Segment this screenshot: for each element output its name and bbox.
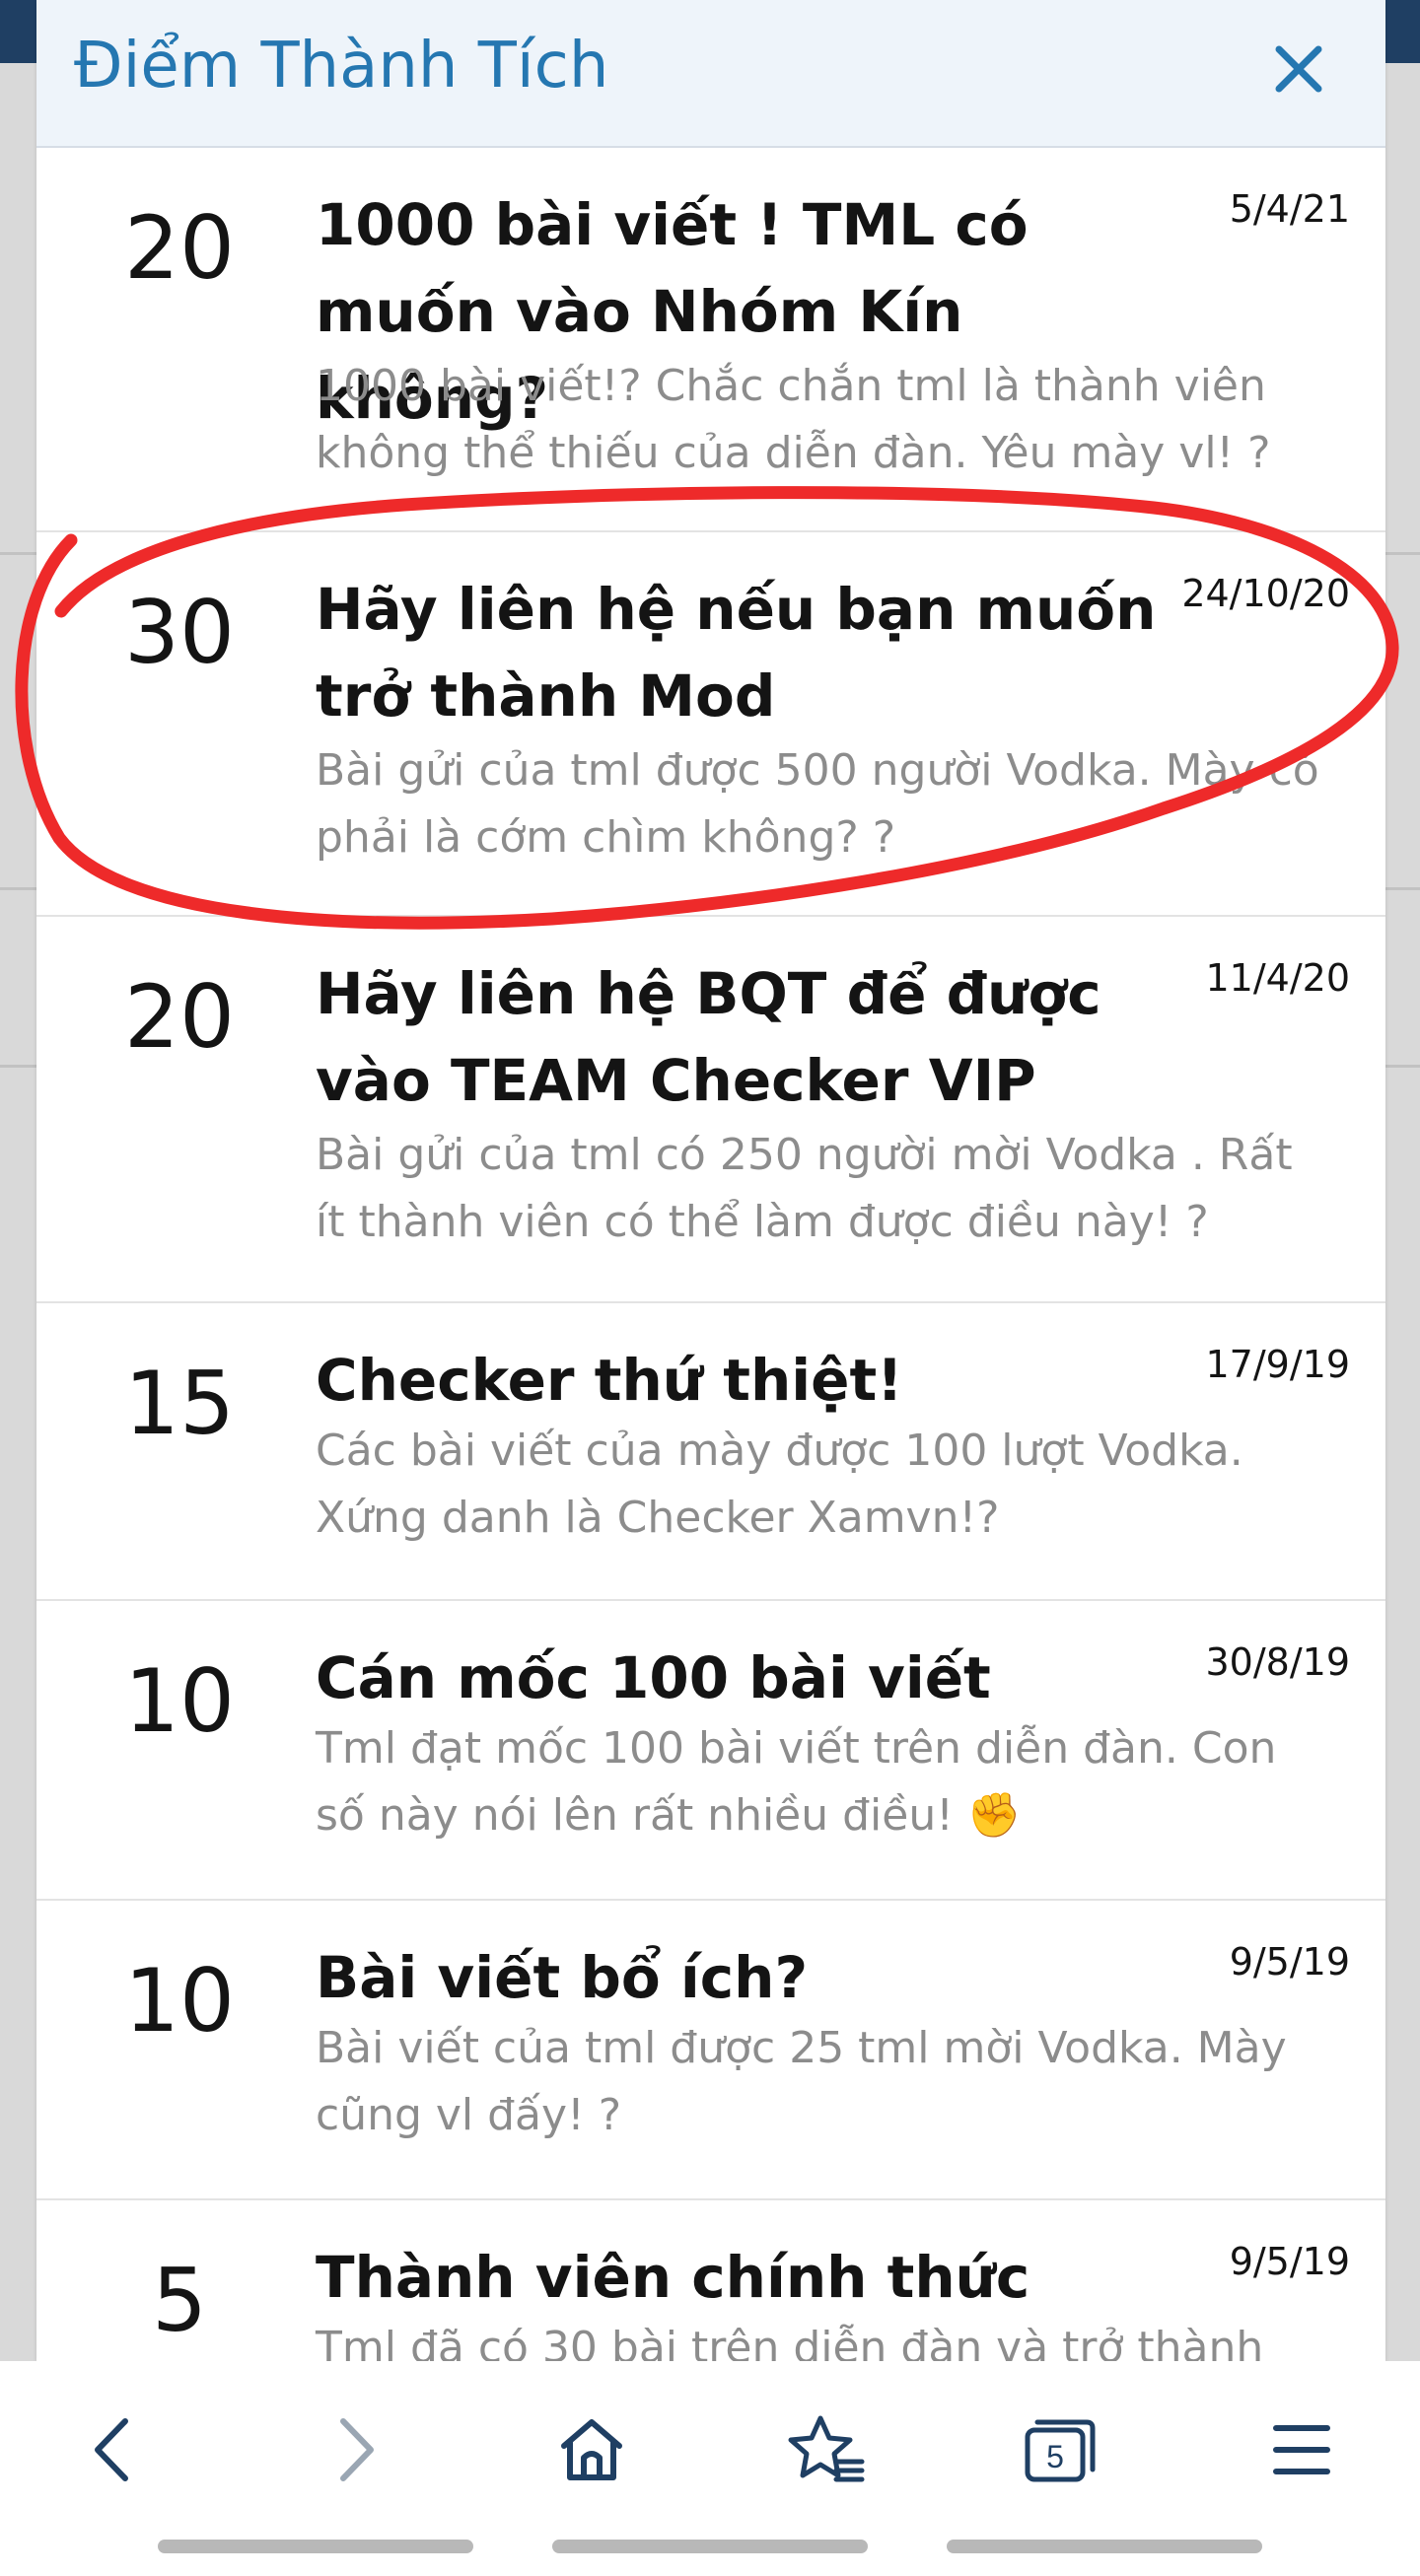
achievement-points: 20 — [124, 197, 235, 299]
achievement-title: Cán mốc 100 bài viết — [316, 1644, 991, 1711]
close-button[interactable] — [1263, 34, 1334, 104]
back-icon — [95, 2418, 128, 2481]
menu-button[interactable] — [1242, 2391, 1361, 2509]
tabs-count: 5 — [1046, 2439, 1064, 2474]
bookmarks-icon — [788, 2415, 865, 2482]
achievement-date: 9/5/19 — [1229, 1940, 1350, 1984]
achievement-points: 20 — [124, 966, 235, 1068]
achievements-modal: Điểm Thành Tích 20 1000 bài viết ! TML c… — [36, 0, 1385, 2361]
achievement-date: 30/8/19 — [1205, 1640, 1351, 1684]
tabs-button[interactable]: 5 — [1000, 2391, 1118, 2509]
achievement-title: Thành viên chính thức — [316, 2244, 1030, 2311]
browser-toolbar: 5 — [0, 2361, 1420, 2576]
tabs-icon: 5 — [1025, 2419, 1096, 2482]
modal-title: Điểm Thành Tích — [74, 30, 609, 103]
achievement-points: 10 — [124, 1950, 235, 2052]
achievement-date: 24/10/20 — [1181, 572, 1350, 615]
achievement-item[interactable]: 20 Hãy liên hệ BQT để được vào TEAM Chec… — [36, 917, 1385, 1303]
forward-button[interactable] — [296, 2391, 414, 2509]
achievement-title: Bài viết bổ ích? — [316, 1944, 809, 2011]
achievement-points: 10 — [124, 1650, 235, 1752]
bookmarks-button[interactable] — [767, 2391, 886, 2509]
achievement-date: 9/5/19 — [1229, 2240, 1350, 2283]
achievement-description: Bài gửi của tml có 250 người mời Vodka .… — [316, 1130, 1293, 1247]
achievement-description: Các bài viết của mày được 100 lượt Vodka… — [316, 1426, 1243, 1543]
achievement-item[interactable]: 5 Thành viên chính thức 9/5/19 Tml đã có… — [36, 2200, 1385, 2361]
achievement-date: 17/9/19 — [1205, 1343, 1351, 1386]
home-icon — [561, 2419, 622, 2480]
nav-pill — [947, 2540, 1262, 2553]
achievement-item[interactable]: 20 1000 bài viết ! TML có muốn vào Nhóm … — [36, 148, 1385, 532]
achievement-item[interactable]: 30 Hãy liên hệ nếu bạn muốn trở thành Mo… — [36, 532, 1385, 917]
menu-icon — [1273, 2425, 1330, 2474]
close-icon — [1275, 45, 1322, 93]
achievement-item[interactable]: 10 Cán mốc 100 bài viết 30/8/19 Tml đạt … — [36, 1601, 1385, 1901]
nav-pill — [158, 2540, 473, 2553]
achievement-description: Bài gửi của tml được 500 người Vodka. Mà… — [316, 745, 1319, 863]
achievement-description: 1000 bài viết!? Chắc chắn tml là thành v… — [316, 361, 1271, 478]
home-button[interactable] — [532, 2391, 651, 2509]
achievement-points: 30 — [124, 582, 235, 683]
modal-header: Điểm Thành Tích — [36, 0, 1385, 148]
achievement-title: Hãy liên hệ nếu bạn muốn trở thành Mod — [316, 576, 1157, 730]
achievement-description: Tml đạt mốc 100 bài viết trên diễn đàn. … — [316, 1723, 1277, 1841]
achievement-description: Tml đã có 30 bài trên diễn đàn và trở th… — [316, 2323, 1264, 2361]
achievement-title: Checker thứ thiệt! — [316, 1347, 903, 1414]
achievement-date: 5/4/21 — [1229, 187, 1350, 231]
achievement-item[interactable]: 15 Checker thứ thiệt! 17/9/19 Các bài vi… — [36, 1303, 1385, 1601]
achievement-points: 15 — [124, 1353, 235, 1454]
nav-pill — [552, 2540, 868, 2553]
achievement-item[interactable]: 10 Bài viết bổ ích? 9/5/19 Bài viết của … — [36, 1901, 1385, 2200]
achievement-description: Bài viết của tml được 25 tml mời Vodka. … — [316, 2023, 1287, 2140]
back-button[interactable] — [54, 2391, 173, 2509]
achievement-title: Hãy liên hệ BQT để được vào TEAM Checker… — [316, 960, 1101, 1114]
achievement-date: 11/4/20 — [1205, 956, 1351, 1000]
forward-icon — [340, 2418, 374, 2481]
achievement-points: 5 — [152, 2250, 207, 2351]
